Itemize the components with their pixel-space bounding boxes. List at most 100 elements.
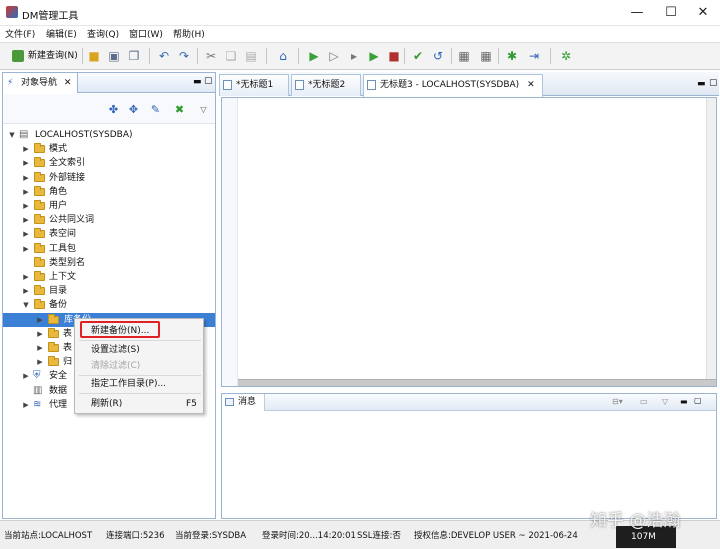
tree-item[interactable]: ▶ 模式 [3, 142, 215, 156]
editor-tab-untitled2[interactable]: *无标题2 [291, 74, 361, 96]
expand-arrow-icon[interactable]: ▶ [22, 156, 30, 170]
object-navigator-panel: ⚡ 对象导航 ✕ ▬ ▢ ✤ ✥ ✎ ✖ ▽ ▼ ▤ LOCALHOST(SYSDB… [2, 72, 216, 519]
maximize-button[interactable]: ☐ [656, 3, 686, 23]
tree-item[interactable]: ▶ 目录 [3, 284, 215, 298]
ctx-set-filter[interactable]: 设置过滤(S) [91, 343, 203, 357]
new-query-button[interactable]: 新建查询(N) [10, 47, 78, 65]
refresh-icon[interactable]: ✖ [173, 103, 186, 116]
tree-item[interactable]: ▶ 用户 [3, 199, 215, 213]
tree-item-label: 表 [63, 328, 73, 339]
expand-arrow-icon[interactable]: ▶ [22, 270, 30, 284]
tree-item-label: 归 [63, 357, 73, 368]
expand-arrow-icon[interactable]: ▶ [22, 199, 30, 213]
message-clear-icon[interactable]: ⊟▾ [612, 397, 623, 406]
expand-arrow-icon[interactable]: ▶ [36, 313, 44, 327]
message-tab[interactable]: 消息 [222, 394, 266, 411]
redo-icon[interactable]: ↷ [176, 48, 192, 64]
undo-icon[interactable]: ↶ [156, 48, 172, 64]
tree-item[interactable]: ▶ 外部链接 [3, 171, 215, 185]
menu-help[interactable]: 帮助(H) [173, 27, 205, 40]
cut-icon[interactable]: ✂ [203, 48, 219, 64]
message-view-menu-icon[interactable]: ▽ [662, 397, 668, 406]
tree-item[interactable]: ▶ 工具包 [3, 242, 215, 256]
tree-item[interactable]: ▼ 备份 [3, 298, 215, 312]
tree-item-label: 表空间 [49, 229, 77, 240]
ctx-separator [79, 340, 201, 341]
tree-item[interactable]: ▼ ▤ LOCALHOST(SYSDBA) [3, 128, 215, 142]
editor-maximize-icon[interactable]: ▢ [709, 78, 718, 88]
edit-icon[interactable]: ✎ [149, 103, 162, 116]
tree-item[interactable]: ▶ 全文索引 [3, 156, 215, 170]
execute-step-icon[interactable]: ▸ [346, 48, 362, 64]
navigator-tab[interactable]: ⚡ 对象导航 ✕ [3, 73, 79, 93]
editor-tab-untitled3[interactable]: 无标题3 - LOCALHOST(SYSDBA) ✕ [363, 74, 543, 97]
expand-arrow-icon[interactable]: ▶ [22, 242, 30, 256]
message-maximize-icon[interactable]: ▢ [694, 396, 702, 405]
collapse-arrow-icon[interactable]: ▼ [8, 128, 16, 142]
minimize-button[interactable]: — [622, 3, 652, 23]
message-icon [225, 398, 234, 406]
open-icon[interactable]: ■ [86, 48, 102, 64]
format-icon[interactable]: ▦ [456, 48, 472, 64]
disconnect-icon[interactable]: ✥ [127, 103, 140, 116]
expand-arrow-icon[interactable]: ▶ [22, 213, 30, 227]
tree-item-label: 备份 [49, 300, 68, 311]
navigator-maximize-icon[interactable]: ▢ [204, 76, 213, 86]
rollback-icon[interactable]: ↺ [430, 48, 446, 64]
save-all-icon[interactable]: ❐ [126, 48, 142, 64]
tree-item[interactable]: ▶ 角色 [3, 185, 215, 199]
ctx-refresh[interactable]: 刷新(R) F5 [91, 397, 203, 411]
navigator-tab-close[interactable]: ✕ [64, 78, 72, 88]
paste-icon[interactable]: ▤ [243, 48, 259, 64]
menu-window[interactable]: 窗口(W) [129, 27, 163, 40]
menu-edit[interactable]: 编辑(E) [46, 27, 77, 40]
stop-icon[interactable]: ■ [386, 48, 402, 64]
expand-arrow-icon[interactable]: ▶ [22, 398, 30, 412]
expand-arrow-icon[interactable]: ▶ [22, 142, 30, 156]
copy-icon[interactable]: ❏ [223, 48, 239, 64]
bug-icon[interactable]: ✲ [558, 48, 574, 64]
message-minimize-icon[interactable]: ▬ [680, 397, 688, 406]
execute-script-icon[interactable]: ▶ [366, 48, 382, 64]
editor-tab-untitled1[interactable]: *无标题1 [219, 74, 289, 96]
expand-arrow-icon[interactable]: ▶ [36, 355, 44, 369]
expand-arrow-icon[interactable]: ▶ [22, 369, 30, 383]
tree-item[interactable]: ▶ 表空间 [3, 227, 215, 241]
schedule-icon[interactable]: ▦ [478, 48, 494, 64]
expand-arrow-icon[interactable]: ▶ [22, 185, 30, 199]
menu-file[interactable]: 文件(F) [5, 27, 35, 40]
expand-arrow-icon[interactable]: ▶ [22, 171, 30, 185]
tree-item[interactable]: ▶ 公共同义词 [3, 213, 215, 227]
expand-arrow-icon[interactable]: ▶ [36, 341, 44, 355]
editor-horizontal-scrollbar[interactable] [238, 379, 716, 386]
tree-item-label: 类型别名 [49, 257, 86, 268]
home-icon[interactable]: ⌂ [275, 48, 291, 64]
expand-arrow-icon[interactable]: ▶ [22, 284, 30, 298]
save-icon[interactable]: ▣ [106, 48, 122, 64]
toolbar-separator [266, 48, 267, 64]
expand-arrow-icon[interactable]: ▶ [36, 327, 44, 341]
editor-vertical-scrollbar[interactable] [706, 98, 716, 379]
execute-icon[interactable]: ▶ [306, 48, 322, 64]
commit-icon[interactable]: ✔ [410, 48, 426, 64]
message-toolbar-icon[interactable]: ▭ [640, 397, 648, 406]
title-bar: DM管理工具 — ☐ ✕ [0, 0, 720, 26]
toolbar-separator [149, 48, 150, 64]
tree-item[interactable]: ▶ 上下文 [3, 270, 215, 284]
collapse-arrow-icon[interactable]: ▼ [22, 298, 30, 312]
tree-item[interactable]: 类型别名 [3, 256, 215, 270]
editor-minimize-icon[interactable]: ▬ [697, 79, 706, 89]
menu-query[interactable]: 查询(Q) [87, 27, 119, 40]
toolbar-separator [498, 48, 499, 64]
explain-icon[interactable]: ▷ [326, 48, 342, 64]
close-button[interactable]: ✕ [688, 3, 718, 23]
step-icon[interactable]: ⇥ [526, 48, 542, 64]
ctx-set-work-dir[interactable]: 指定工作目录(P)... [91, 377, 203, 391]
view-menu-icon[interactable]: ▽ [197, 103, 210, 116]
navigator-minimize-icon[interactable]: ▬ [193, 77, 202, 87]
connect-icon[interactable]: ✤ [107, 103, 120, 116]
editor-tab-close[interactable]: ✕ [527, 80, 535, 90]
debug-icon[interactable]: ✱ [504, 48, 520, 64]
sql-editor[interactable] [221, 97, 717, 387]
expand-arrow-icon[interactable]: ▶ [22, 227, 30, 241]
